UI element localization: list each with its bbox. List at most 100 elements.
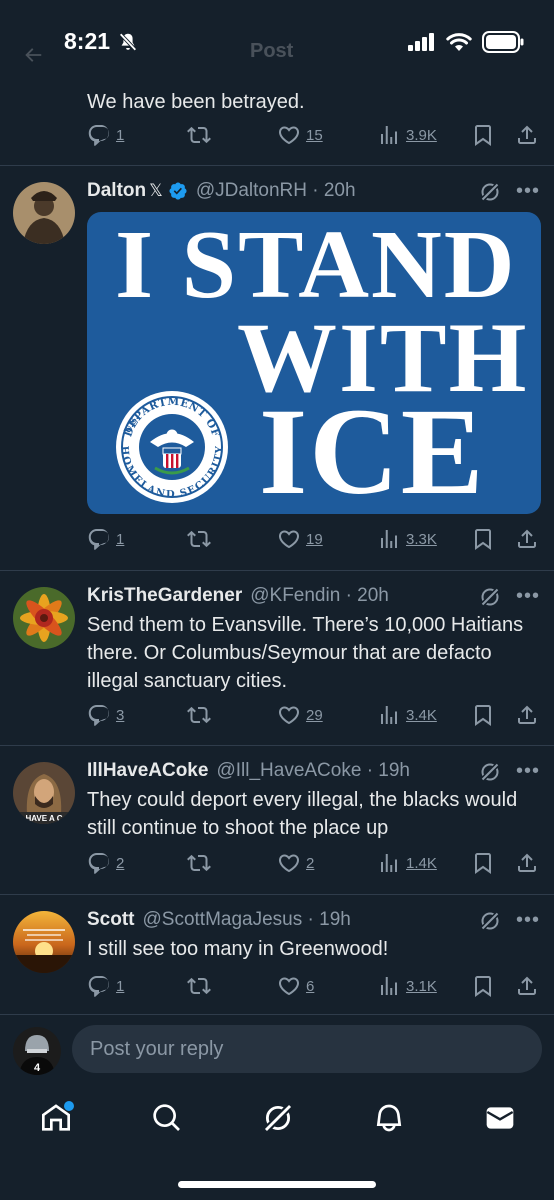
envelope-icon (486, 1107, 514, 1129)
more-icon[interactable]: ••• (516, 760, 540, 783)
wifi-icon (446, 33, 472, 51)
tweet-actions: 1 6 3.1K (87, 972, 542, 1000)
tab-grok[interactable] (258, 1098, 298, 1138)
tweet-top[interactable]: We have been betrayed. 1 15 3.9K (0, 84, 554, 166)
tab-home[interactable] (36, 1098, 76, 1138)
reply-button[interactable]: 2 (87, 849, 124, 877)
like-button[interactable]: 15 (277, 121, 323, 149)
avatar[interactable]: HAVE A C (13, 762, 75, 824)
tweet-text: They could deport every illegal, the bla… (87, 789, 518, 839)
tab-messages[interactable] (480, 1098, 520, 1138)
views-button[interactable]: 3.3K (377, 525, 437, 553)
tab-search[interactable] (147, 1098, 187, 1138)
tweet-scott[interactable]: Scott @ScottMagaJesus · 19h ••• I still … (0, 895, 554, 1014)
bookmark-button[interactable] (471, 701, 495, 729)
grok-icon[interactable] (478, 585, 502, 609)
handle-time: @JDaltonRH · 20h (195, 180, 356, 201)
tweet-actions: 3 29 3.4K (87, 701, 542, 729)
tweet-illhaveacoke[interactable]: HAVE A C IllHaveACoke @Ill_HaveACoke · 1… (0, 746, 554, 895)
avatar[interactable] (13, 182, 75, 244)
tweet-actions: 1 19 3.3K (87, 525, 542, 553)
status-indicators (408, 31, 524, 53)
handle-time: @ScottMagaJesus · 19h (142, 909, 351, 930)
more-icon[interactable]: ••• (516, 909, 540, 932)
reply-button[interactable]: 1 (87, 972, 124, 1000)
reply-bar: 4 (0, 1014, 554, 1084)
display-name[interactable]: Scott (87, 909, 135, 931)
status-bar: Post 8:21 (0, 0, 554, 88)
display-name[interactable]: KrisTheGardener (87, 585, 242, 607)
notification-dot (64, 1101, 74, 1111)
retweet-button[interactable] (187, 849, 211, 877)
tweet-text: I still see too many in Greenwood! (87, 938, 389, 960)
avatar[interactable] (13, 911, 75, 973)
retweet-button[interactable] (187, 121, 211, 149)
x-badge-icon: 𝕏 (149, 181, 163, 200)
share-button[interactable] (515, 121, 539, 149)
tweet-actions: 2 2 1.4K (87, 849, 542, 877)
share-button[interactable] (515, 849, 539, 877)
grok-icon (262, 1102, 294, 1134)
reply-button[interactable]: 1 (87, 121, 124, 149)
user-avatar[interactable]: 4 (13, 1027, 61, 1075)
views-button[interactable]: 3.9K (377, 121, 437, 149)
reply-button[interactable]: 1 (87, 525, 124, 553)
tweet-text: We have been betrayed. (87, 91, 305, 113)
home-indicator (178, 1181, 376, 1188)
grok-icon[interactable] (478, 760, 502, 784)
bookmark-button[interactable] (471, 121, 495, 149)
bottom-tab-bar (0, 1084, 554, 1154)
handle-time: @Ill_HaveACoke · 19h (216, 760, 410, 781)
signal-icon (408, 33, 434, 51)
battery-icon (482, 31, 524, 53)
bell-slash-icon (119, 32, 137, 52)
share-button[interactable] (515, 701, 539, 729)
bell-icon (376, 1104, 402, 1132)
tweet-kristhegardener[interactable]: KrisTheGardener @KFendin · 20h ••• Send … (0, 571, 554, 746)
search-icon (153, 1104, 180, 1131)
tweet-actions: 1 15 3.9K (87, 121, 542, 149)
more-icon[interactable]: ••• (516, 180, 540, 203)
like-button[interactable]: 6 (277, 972, 314, 1000)
retweet-button[interactable] (187, 972, 211, 1000)
like-button[interactable]: 29 (277, 701, 323, 729)
image-text-line3: ICE (259, 383, 486, 514)
image-text-line1: I STAND (115, 212, 517, 319)
reply-button[interactable]: 3 (87, 701, 124, 729)
reply-input[interactable] (72, 1025, 542, 1073)
share-button[interactable] (515, 972, 539, 1000)
grok-icon[interactable] (478, 180, 502, 204)
tweet-header: Dalton 𝕏 @JDaltonRH · 20h (87, 178, 356, 204)
retweet-button[interactable] (187, 701, 211, 729)
bookmark-button[interactable] (471, 972, 495, 1000)
display-name[interactable]: Dalton (87, 180, 146, 202)
verified-badge-icon (168, 181, 188, 201)
tweet-header: IllHaveACoke @Ill_HaveACoke · 19h (87, 758, 410, 784)
tweet-image-card[interactable]: I STAND WITH ICE DEPARTMENT OF HOMELAND … (87, 212, 541, 514)
tweet-header: Scott @ScottMagaJesus · 19h (87, 907, 351, 933)
retweet-button[interactable] (187, 525, 211, 553)
page-title: Post (250, 40, 294, 62)
handle-time: @KFendin · 20h (250, 585, 389, 606)
tweet-text: Send them to Evansville. There’s 10,000 … (87, 614, 524, 692)
share-button[interactable] (515, 525, 539, 553)
avatar-shirt-text: HAVE A C (25, 814, 62, 823)
tweet-header: KrisTheGardener @KFendin · 20h (87, 583, 389, 609)
back-arrow-icon[interactable] (22, 44, 44, 66)
like-button[interactable]: 2 (277, 849, 314, 877)
display-name[interactable]: IllHaveACoke (87, 760, 208, 782)
views-button[interactable]: 3.1K (377, 972, 437, 1000)
views-button[interactable]: 1.4K (377, 849, 437, 877)
status-time: 8:21 (64, 28, 111, 54)
more-icon[interactable]: ••• (516, 585, 540, 608)
bookmark-button[interactable] (471, 849, 495, 877)
like-button[interactable]: 19 (277, 525, 323, 553)
avatar[interactable] (13, 587, 75, 649)
svg-text:4: 4 (34, 1062, 41, 1074)
tab-notifications[interactable] (369, 1098, 409, 1138)
tweet-dalton[interactable]: Dalton 𝕏 @JDaltonRH · 20h ••• I STAND WI… (0, 166, 554, 571)
views-button[interactable]: 3.4K (377, 701, 437, 729)
grok-icon[interactable] (478, 909, 502, 933)
bookmark-button[interactable] (471, 525, 495, 553)
dhs-seal-icon: DEPARTMENT OF HOMELAND SECURITY U.S. (116, 391, 228, 503)
